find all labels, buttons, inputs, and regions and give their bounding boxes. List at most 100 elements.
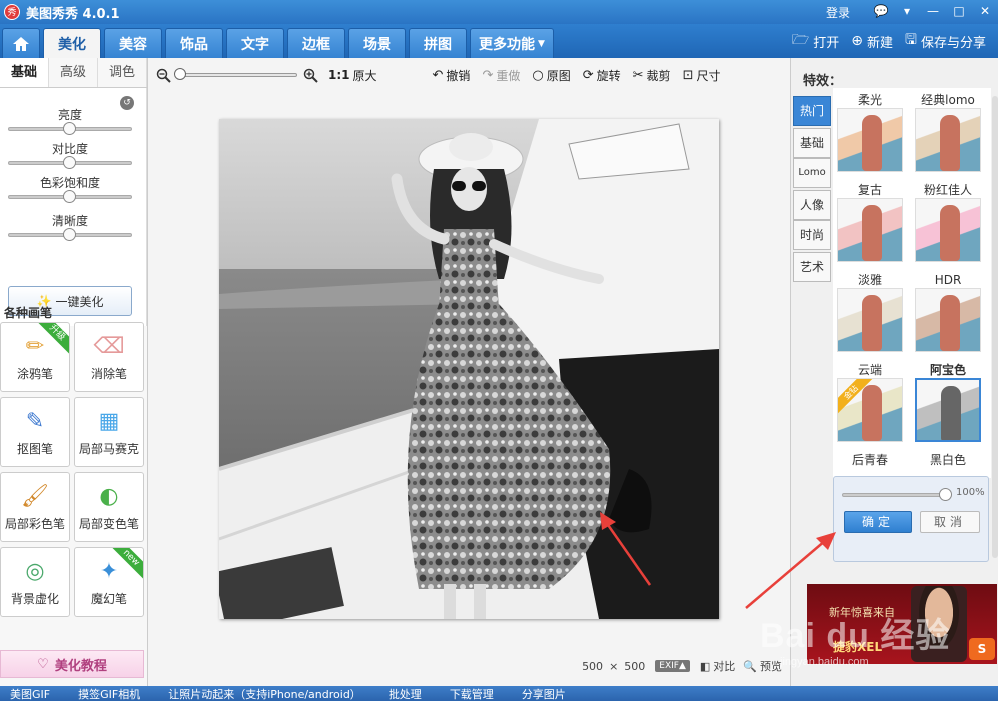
- minimize-icon[interactable]: —: [920, 1, 946, 23]
- taskbar-animate[interactable]: 让照片动起来（支持iPhone/android）: [168, 686, 361, 701]
- magic-brush-button[interactable]: ✦ 魔幻笔 new: [74, 547, 144, 617]
- zoom-knob[interactable]: [174, 68, 186, 80]
- tab-more-features[interactable]: 更多功能 ▼: [470, 28, 554, 58]
- save-share-button[interactable]: 🖫 保存与分享: [905, 29, 986, 53]
- category-basic[interactable]: 基础: [793, 128, 831, 158]
- cutout-brush-button[interactable]: ✎ 抠图笔: [0, 397, 70, 467]
- brightness-knob[interactable]: [63, 122, 76, 135]
- graffiti-brush-icon: ✏: [25, 333, 45, 359]
- zoom-out-button[interactable]: [156, 68, 171, 83]
- rotate-label: 旋转: [596, 68, 621, 83]
- undo-icon: ↶: [432, 67, 444, 83]
- login-link[interactable]: 登录: [826, 4, 850, 21]
- new-button[interactable]: ⊕ 新建: [851, 32, 893, 51]
- tutorial-label: 美化教程: [54, 658, 107, 674]
- compare-button[interactable]: ◧ 对比: [700, 658, 735, 674]
- effect-cloud[interactable]: 云端 金钻: [835, 362, 905, 442]
- rotate-button[interactable]: ⟳ 旋转: [583, 67, 621, 84]
- resize-button[interactable]: ⊡ 尺寸: [683, 67, 721, 84]
- thumbnail-figure: [862, 205, 882, 261]
- cancel-button[interactable]: 取消: [920, 511, 980, 533]
- sharpness-knob[interactable]: [63, 228, 76, 241]
- effect-elegant[interactable]: 淡雅: [835, 272, 905, 352]
- subtab-advanced[interactable]: 高级: [49, 58, 98, 87]
- contrast-knob[interactable]: [63, 156, 76, 169]
- confirm-button[interactable]: 确定: [844, 511, 912, 533]
- subtab-basic[interactable]: 基础: [0, 58, 49, 87]
- tab-accessories[interactable]: 饰品: [165, 28, 223, 58]
- category-art[interactable]: 艺术: [793, 252, 831, 282]
- tab-border[interactable]: 边框: [287, 28, 345, 58]
- effect-name: 粉红佳人: [923, 183, 972, 197]
- adjust-subtabs: 基础 高级 调色: [0, 58, 147, 88]
- subtab-color[interactable]: 调色: [98, 58, 147, 87]
- feedback-icon[interactable]: 💬: [868, 1, 894, 23]
- open-button[interactable]: 🗁 打开: [792, 29, 839, 53]
- mosaic-brush-button[interactable]: ▦ 局部马赛克: [74, 397, 144, 467]
- beautify-tutorial-button[interactable]: ♡ 美化教程: [0, 650, 144, 678]
- intensity-slider[interactable]: [842, 488, 952, 501]
- exif-button[interactable]: EXIF▲: [655, 660, 690, 672]
- redo-icon: ↷: [482, 67, 494, 83]
- effect-name: 黑白色: [929, 453, 966, 467]
- effect-abao[interactable]: 阿宝色: [913, 362, 983, 442]
- original-size-button[interactable]: 1:1 原大: [328, 67, 377, 84]
- undo-button[interactable]: ↶ 撤销: [433, 67, 471, 84]
- brightness-slider[interactable]: [8, 122, 132, 135]
- circle-icon: ○: [532, 67, 544, 83]
- effect-classic-lomo[interactable]: 经典lomo: [913, 92, 983, 172]
- maximize-icon[interactable]: □: [946, 1, 972, 23]
- tab-beauty[interactable]: 美容: [104, 28, 162, 58]
- intensity-knob[interactable]: [939, 488, 952, 501]
- effect-pink-lady[interactable]: 粉红佳人: [913, 182, 983, 262]
- taskbar-share[interactable]: 分享图片: [522, 686, 566, 701]
- tab-beautify[interactable]: 美化: [43, 28, 101, 58]
- menu-dropdown-icon[interactable]: ▾: [894, 1, 920, 23]
- zoom-in-button[interactable]: [303, 68, 318, 83]
- category-hot[interactable]: 热门: [793, 96, 831, 126]
- bottom-taskbar: 美图GIF 摸签GIF相机 让照片动起来（支持iPhone/android） 批…: [0, 686, 998, 701]
- effect-retro[interactable]: 复古: [835, 182, 905, 262]
- crop-button[interactable]: ✂ 裁剪: [633, 67, 671, 84]
- effect-name: 云端: [857, 363, 882, 377]
- edited-photo[interactable]: [219, 119, 719, 619]
- background-blur-button[interactable]: ◎ 背景虚化: [0, 547, 70, 617]
- tab-scene[interactable]: 场景: [348, 28, 406, 58]
- compare-icon: ◧: [699, 659, 711, 673]
- preview-button[interactable]: 🔍 预览: [743, 658, 782, 674]
- eraser-brush-button[interactable]: ⌫ 消除笔: [74, 322, 144, 392]
- zoom-slider[interactable]: [174, 68, 297, 80]
- category-lomo[interactable]: Lomo: [793, 158, 831, 188]
- magic-brush-icon: ✦: [99, 558, 119, 584]
- effect-hdr[interactable]: HDR: [913, 272, 983, 352]
- recolor-brush-button[interactable]: ◐ 局部变色笔: [74, 472, 144, 542]
- saturation-slider[interactable]: [8, 190, 132, 203]
- redo-button[interactable]: ↷ 重做: [482, 67, 520, 84]
- taskbar-batch[interactable]: 批处理: [389, 686, 422, 701]
- taskbar-gif[interactable]: 美图GIF: [10, 686, 50, 701]
- tab-text[interactable]: 文字: [226, 28, 284, 58]
- color-brush-button[interactable]: 🖌 局部彩色笔: [0, 472, 70, 542]
- image-height: 500: [624, 659, 646, 673]
- taskbar-gif-camera[interactable]: 摸签GIF相机: [78, 686, 140, 701]
- effects-scrollbar[interactable]: [992, 96, 998, 558]
- effect-soft-light[interactable]: 柔光: [835, 92, 905, 172]
- original-image-label: 原图: [546, 68, 571, 83]
- background-blur-label: 背景虚化: [10, 592, 59, 606]
- effect-black-white[interactable]: 黑白色: [913, 452, 983, 468]
- saturation-knob[interactable]: [63, 190, 76, 203]
- effect-thumbnail-image: [915, 198, 981, 262]
- close-icon[interactable]: ✕: [972, 1, 998, 23]
- original-image-button[interactable]: ○ 原图: [532, 67, 570, 84]
- effects-title: 特效：: [803, 74, 843, 89]
- zoom-in-icon: [303, 68, 318, 83]
- tab-collage[interactable]: 拼图: [409, 28, 467, 58]
- graffiti-brush-button[interactable]: ✏ 涂鸦笔 升级: [0, 322, 70, 392]
- taskbar-downloads[interactable]: 下载管理: [450, 686, 494, 701]
- home-button[interactable]: [2, 28, 40, 58]
- sharpness-slider[interactable]: [8, 228, 132, 241]
- contrast-slider[interactable]: [8, 156, 132, 169]
- effect-post-youth[interactable]: 后青春: [835, 452, 905, 468]
- category-fashion[interactable]: 时尚: [793, 220, 831, 250]
- category-portrait[interactable]: 人像: [793, 190, 831, 220]
